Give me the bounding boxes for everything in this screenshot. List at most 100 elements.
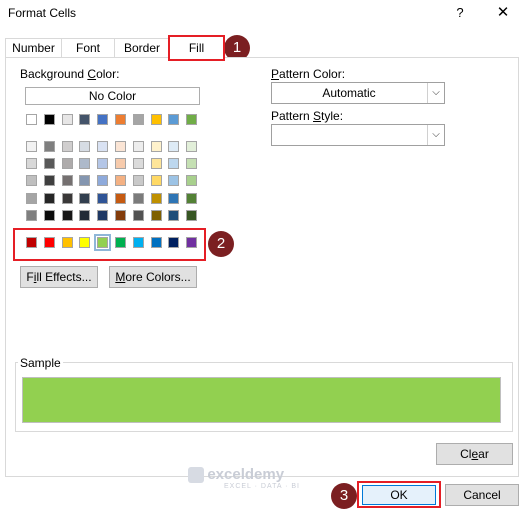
pattern-style-value (272, 125, 426, 145)
color-swatch[interactable] (151, 114, 162, 125)
color-swatch[interactable] (62, 237, 73, 248)
color-swatch[interactable] (44, 141, 55, 152)
color-swatch[interactable] (133, 192, 144, 204)
color-swatch[interactable] (168, 209, 179, 221)
color-swatch[interactable] (26, 114, 37, 125)
color-swatch[interactable] (168, 237, 179, 248)
color-swatch[interactable] (62, 209, 73, 221)
color-swatch[interactable] (168, 192, 179, 204)
color-swatch[interactable] (115, 114, 126, 125)
color-swatch[interactable] (186, 158, 197, 170)
watermark-tagline: EXCEL · DATA · BI (224, 483, 300, 490)
tab-number[interactable]: Number (5, 38, 62, 58)
color-swatch[interactable] (44, 114, 55, 125)
clear-button[interactable]: Clear (436, 443, 513, 465)
step-badge-2: 2 (208, 231, 234, 257)
color-swatch[interactable] (133, 237, 144, 248)
ok-button[interactable]: OK (362, 485, 436, 505)
title-bar: Format Cells ? ✕ (0, 0, 525, 28)
color-swatch[interactable] (79, 141, 90, 152)
color-swatch[interactable] (133, 114, 144, 125)
pattern-style-select[interactable]: ⌵ (271, 124, 445, 146)
color-swatch[interactable] (168, 158, 179, 170)
format-cells-dialog: Format Cells ? ✕ Number Font Border Fill… (0, 0, 525, 513)
color-swatch[interactable] (44, 209, 55, 221)
close-button[interactable]: ✕ (492, 3, 514, 23)
color-swatch[interactable] (79, 237, 90, 248)
color-swatch[interactable] (26, 237, 37, 248)
color-swatch[interactable] (97, 114, 108, 125)
color-swatch[interactable] (94, 234, 111, 251)
color-swatch[interactable] (115, 237, 126, 248)
color-swatch[interactable] (151, 175, 162, 187)
background-color-label: Background Color: (20, 67, 120, 81)
exceldemy-logo-icon (188, 466, 204, 483)
pattern-color-label: Pattern Color: (271, 67, 346, 81)
color-swatch[interactable] (44, 175, 55, 187)
color-swatch[interactable] (133, 158, 144, 170)
color-swatch[interactable] (79, 209, 90, 221)
color-swatch[interactable] (115, 209, 126, 221)
tab-fill[interactable]: Fill (168, 35, 225, 61)
color-swatch[interactable] (62, 192, 73, 204)
chevron-down-icon: ⌵ (427, 83, 444, 103)
color-swatch[interactable] (186, 209, 197, 221)
color-swatch[interactable] (115, 141, 126, 152)
color-swatch[interactable] (97, 141, 108, 152)
color-swatch[interactable] (133, 141, 144, 152)
color-swatch[interactable] (186, 192, 197, 204)
pattern-style-label: Pattern Style: (271, 109, 344, 123)
sample-label: Sample (18, 356, 63, 370)
color-swatch[interactable] (186, 175, 197, 187)
color-swatch[interactable] (44, 158, 55, 170)
color-swatch[interactable] (168, 141, 179, 152)
color-swatch[interactable] (186, 237, 197, 248)
color-swatch[interactable] (79, 192, 90, 204)
color-swatch[interactable] (151, 209, 162, 221)
more-colors-button[interactable]: More Colors... (109, 266, 197, 288)
color-swatch[interactable] (115, 192, 126, 204)
no-color-button[interactable]: No Color (25, 87, 200, 105)
help-button[interactable]: ? (450, 3, 470, 23)
color-swatch[interactable] (79, 158, 90, 170)
color-swatch[interactable] (26, 158, 37, 170)
color-swatch[interactable] (62, 141, 73, 152)
dialog-title: Format Cells (8, 6, 77, 20)
color-swatch[interactable] (115, 158, 126, 170)
color-swatch[interactable] (62, 175, 73, 187)
cancel-button[interactable]: Cancel (445, 484, 519, 506)
color-swatch[interactable] (62, 158, 73, 170)
color-swatch[interactable] (133, 209, 144, 221)
color-swatch[interactable] (151, 192, 162, 204)
color-swatch[interactable] (151, 158, 162, 170)
color-swatch[interactable] (133, 175, 144, 187)
sample-preview (22, 377, 501, 423)
color-swatch[interactable] (97, 158, 108, 170)
color-swatch[interactable] (62, 114, 73, 125)
color-swatch[interactable] (79, 175, 90, 187)
color-swatch[interactable] (79, 114, 90, 125)
tab-font[interactable]: Font (61, 38, 115, 58)
color-swatch[interactable] (97, 209, 108, 221)
color-swatch[interactable] (26, 209, 37, 221)
color-swatch[interactable] (168, 175, 179, 187)
color-swatch[interactable] (26, 192, 37, 204)
color-swatch[interactable] (97, 175, 108, 187)
color-swatch[interactable] (115, 175, 126, 187)
step-badge-3: 3 (331, 483, 357, 509)
color-swatch[interactable] (186, 141, 197, 152)
watermark-brand: exceldemy (207, 466, 285, 483)
color-swatch[interactable] (151, 141, 162, 152)
pattern-color-select[interactable]: Automatic ⌵ (271, 82, 445, 104)
color-swatch[interactable] (44, 237, 55, 248)
color-swatch[interactable] (26, 175, 37, 187)
color-swatch[interactable] (26, 141, 37, 152)
fill-effects-button[interactable]: Fill Effects... (20, 266, 98, 288)
color-swatch[interactable] (186, 114, 197, 125)
color-swatch[interactable] (168, 114, 179, 125)
color-swatch[interactable] (151, 237, 162, 248)
tab-border[interactable]: Border (114, 38, 170, 58)
color-swatch[interactable] (97, 192, 108, 204)
chevron-down-icon: ⌵ (427, 125, 444, 145)
color-swatch[interactable] (44, 192, 55, 204)
